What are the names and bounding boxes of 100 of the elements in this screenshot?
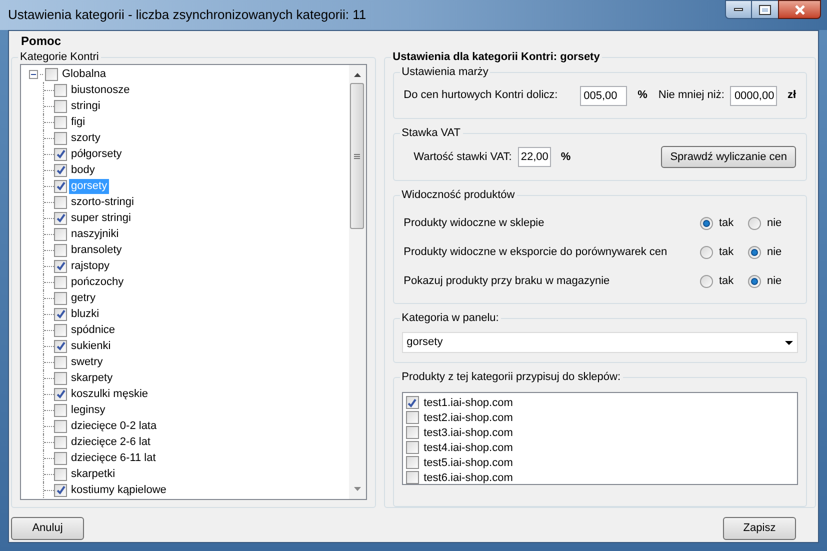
checkbox[interactable] bbox=[54, 132, 67, 144]
tree-item[interactable]: kostiumy kąpielowe bbox=[69, 482, 168, 498]
checkbox[interactable] bbox=[54, 452, 67, 464]
checkbox[interactable] bbox=[54, 388, 67, 400]
menu-item[interactable]: Pomoc bbox=[21, 32, 62, 50]
checkbox[interactable] bbox=[54, 84, 67, 96]
option-label: Produkty widoczne w eksporcie do porównywarek cen bbox=[404, 245, 668, 260]
checkbox[interactable] bbox=[54, 420, 67, 432]
tree-item[interactable]: koszulki męskie bbox=[69, 386, 150, 402]
checkbox[interactable] bbox=[54, 244, 67, 256]
checkbox[interactable] bbox=[54, 324, 67, 336]
checkbox[interactable] bbox=[406, 426, 419, 440]
unit-label: % bbox=[638, 88, 648, 104]
checkbox[interactable] bbox=[406, 456, 419, 470]
checkbox[interactable] bbox=[54, 372, 67, 384]
checkbox[interactable] bbox=[54, 164, 67, 176]
tree-item[interactable]: naszyjniki bbox=[69, 226, 121, 242]
tree-item[interactable]: skarpety bbox=[69, 370, 115, 386]
radio-label[interactable]: tak bbox=[719, 244, 734, 261]
checkbox[interactable] bbox=[54, 260, 67, 272]
tree-item[interactable]: super stringi bbox=[69, 210, 133, 226]
tree-item[interactable]: swetry bbox=[69, 354, 105, 370]
shop-item[interactable]: test2.iai-shop.com bbox=[424, 410, 513, 426]
checkbox[interactable] bbox=[406, 396, 419, 410]
tree-item[interactable]: dziecięce 0-2 lata bbox=[69, 418, 159, 434]
tree-item[interactable]: bluzki bbox=[69, 306, 102, 322]
dropdown-arrow-icon bbox=[785, 340, 793, 345]
tree-item[interactable]: pończochy bbox=[69, 274, 126, 290]
checkbox[interactable] bbox=[54, 468, 67, 480]
cancel-button[interactable]: Anuluj bbox=[11, 517, 84, 540]
tree-item[interactable]: biustonosze bbox=[69, 82, 132, 98]
tree-item[interactable]: sukienki bbox=[69, 338, 113, 354]
radio-label[interactable]: nie bbox=[767, 215, 782, 232]
category-dropdown[interactable]: gorsety bbox=[402, 332, 798, 354]
checkbox[interactable] bbox=[54, 212, 67, 224]
scrollbar[interactable] bbox=[348, 65, 366, 499]
scroll-up-icon[interactable] bbox=[354, 73, 361, 77]
shop-item[interactable]: test5.iai-shop.com bbox=[424, 454, 513, 472]
shop-item[interactable]: test6.iai-shop.com bbox=[424, 470, 513, 486]
radio-button[interactable] bbox=[700, 246, 713, 259]
checkbox[interactable] bbox=[406, 441, 419, 454]
checkbox[interactable] bbox=[54, 100, 67, 112]
checkbox[interactable] bbox=[54, 116, 67, 128]
tree-item[interactable]: półgorsety bbox=[69, 146, 124, 162]
checkbox[interactable] bbox=[406, 471, 419, 484]
tree-item[interactable]: szorty bbox=[69, 130, 102, 146]
tree-item[interactable]: szorto-stringi bbox=[69, 194, 136, 210]
input-field[interactable]: 0000,00 bbox=[730, 86, 778, 106]
tree-item[interactable]: bransolety bbox=[69, 242, 124, 258]
checkbox[interactable] bbox=[54, 436, 67, 448]
scroll-down-icon[interactable] bbox=[354, 487, 361, 491]
input-field[interactable]: 005,00 bbox=[580, 86, 627, 106]
checkbox[interactable] bbox=[54, 356, 67, 368]
shop-item[interactable]: test1.iai-shop.com bbox=[424, 394, 513, 412]
group-title: Widoczność produktów bbox=[400, 188, 517, 202]
radio-button[interactable] bbox=[748, 216, 761, 230]
tree-item[interactable]: getry bbox=[69, 290, 98, 306]
checkbox[interactable] bbox=[54, 308, 67, 320]
radio-button[interactable] bbox=[748, 246, 761, 259]
tree-item[interactable]: spódnice bbox=[69, 322, 118, 338]
radio-label[interactable]: tak bbox=[719, 273, 734, 290]
check-prices-button[interactable]: Sprawdź wyliczanie cen bbox=[661, 146, 796, 168]
checkbox[interactable] bbox=[45, 68, 58, 80]
tree-item[interactable]: dziecięce 2-6 lat bbox=[69, 434, 152, 450]
input-field[interactable]: 22,00 bbox=[518, 147, 551, 168]
scroll-thumb[interactable] bbox=[350, 83, 364, 229]
tree-item[interactable]: skarpetki bbox=[69, 466, 118, 482]
checkbox[interactable] bbox=[54, 340, 67, 352]
tree-item[interactable]: stringi bbox=[69, 98, 102, 114]
minimize-icon[interactable] bbox=[725, 0, 752, 19]
shop-item[interactable]: test4.iai-shop.com bbox=[424, 440, 513, 456]
checkbox[interactable] bbox=[54, 484, 67, 496]
collapse-icon[interactable] bbox=[29, 70, 38, 78]
group-title: Ustawienia dla kategorii Kontri: gorsety bbox=[390, 50, 602, 64]
tree-item[interactable]: body bbox=[69, 162, 97, 178]
radio-label[interactable]: nie bbox=[767, 244, 782, 261]
checkbox[interactable] bbox=[54, 180, 67, 192]
tree-item[interactable]: Globalna bbox=[60, 66, 108, 82]
close-icon[interactable] bbox=[778, 0, 821, 19]
checkbox[interactable] bbox=[54, 148, 67, 160]
tree-item[interactable]: rajstopy bbox=[69, 258, 112, 274]
unit-label: zł bbox=[787, 88, 796, 104]
checkbox[interactable] bbox=[406, 411, 419, 424]
save-button[interactable]: Zapisz bbox=[723, 517, 796, 540]
checkbox[interactable] bbox=[54, 404, 67, 416]
checkbox[interactable] bbox=[54, 196, 67, 208]
checkbox[interactable] bbox=[54, 228, 67, 240]
radio-label[interactable]: nie bbox=[767, 273, 782, 290]
radio-label[interactable]: tak bbox=[719, 215, 734, 232]
radio-button[interactable] bbox=[748, 274, 761, 288]
radio-button[interactable] bbox=[700, 274, 713, 288]
checkbox[interactable] bbox=[54, 276, 67, 288]
tree-item[interactable]: dziecięce 6-11 lat bbox=[69, 450, 158, 466]
checkbox[interactable] bbox=[54, 292, 67, 304]
maximize-icon[interactable] bbox=[752, 0, 778, 19]
shop-item[interactable]: test3.iai-shop.com bbox=[424, 424, 513, 442]
group-title: Kategorie Kontri bbox=[18, 50, 101, 64]
radio-button[interactable] bbox=[700, 216, 713, 230]
tree-item[interactable]: figi bbox=[69, 114, 88, 130]
tree-item[interactable]: leginsy bbox=[69, 402, 108, 418]
